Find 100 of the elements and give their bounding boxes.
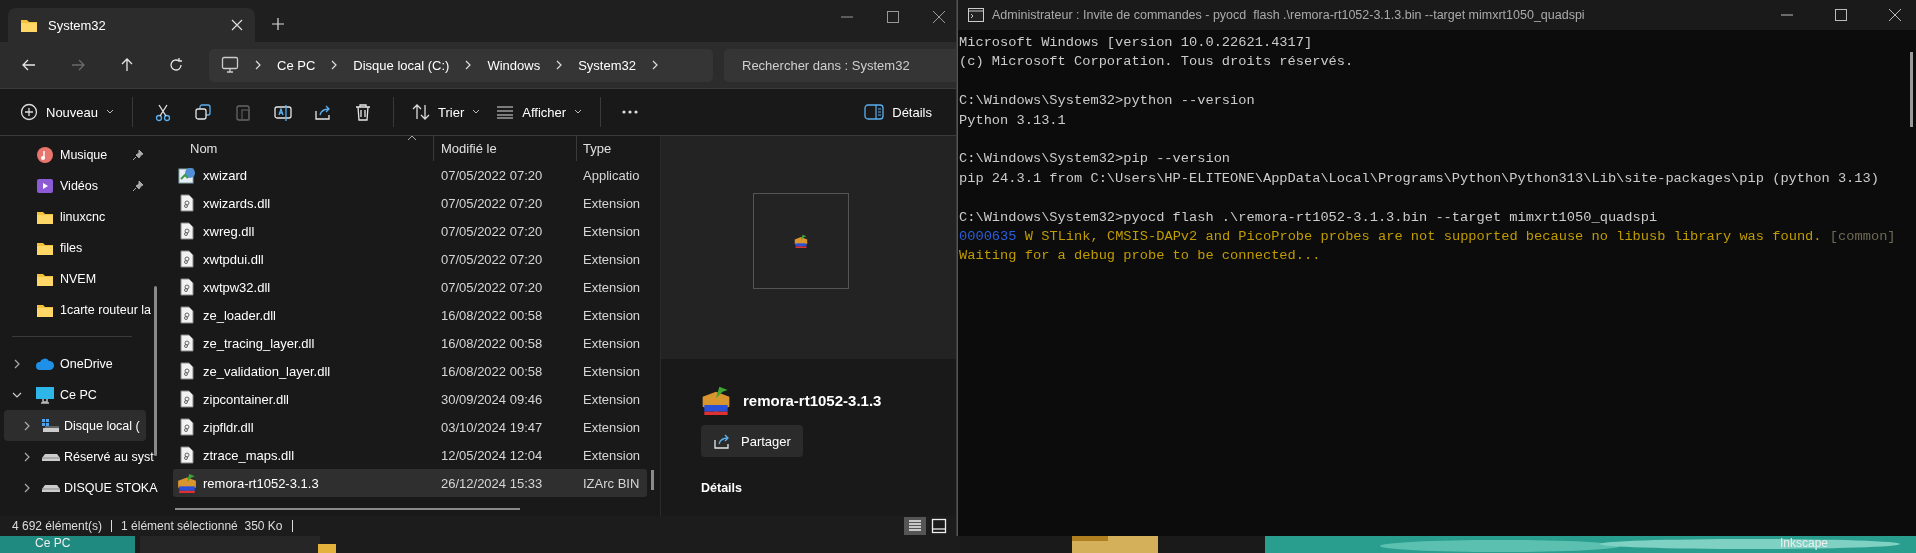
column-header[interactable]: Type <box>577 136 612 161</box>
maximize-icon[interactable] <box>886 10 900 24</box>
breadcrumb-item[interactable]: System32 <box>578 57 636 73</box>
console-text: Python 3.13.1 <box>959 111 1066 130</box>
chevron-right-icon[interactable] <box>22 482 32 493</box>
close-icon[interactable] <box>932 10 946 24</box>
search-field[interactable]: Rechercher dans : System32 <box>724 48 956 82</box>
type-cell-text: Extension <box>582 419 641 435</box>
sidebar-item[interactable]: Réservé au syst <box>0 441 154 472</box>
chevron-right-icon[interactable] <box>22 420 32 431</box>
video-icon <box>36 176 54 195</box>
file-row[interactable]: xwreg.dll 07/05/2022 07:20 Extension <box>173 217 647 245</box>
file-row[interactable]: ze_validation_layer.dll 16/08/2022 00:58 Extension <box>173 357 647 385</box>
file-row[interactable]: xwizards.dll 07/05/2022 07:20 Extension <box>173 189 647 217</box>
console-text: C:\Windows\System32>pyocd flash .\remora-rt1052-3.1.3.bin --target mimxrt1050_quadspi <box>959 208 1658 227</box>
sidebar-item[interactable]: DISQUE STOKA <box>0 472 158 503</box>
tab[interactable]: System32 <box>8 8 255 42</box>
scissors-icon[interactable] <box>154 102 173 122</box>
breadcrumb-item[interactable]: Disque local (C:) <box>353 57 450 73</box>
details-pane-button[interactable]: Détails <box>856 98 940 126</box>
copy-icon[interactable] <box>194 102 213 122</box>
drive-icon <box>41 451 61 462</box>
console-text: (c) Microsoft Corporation. Tous droits réservés. <box>959 53 1354 72</box>
file-name: xwreg.dll <box>203 223 255 239</box>
scrollbar[interactable] <box>1910 52 1913 127</box>
date-cell-text: 07/05/2022 07:20 <box>440 223 544 239</box>
sort-icon <box>412 103 431 121</box>
type-cell-text: Extension <box>582 363 641 379</box>
breadcrumb-bar[interactable]: Ce PC Disque local (C:) Windows System32 <box>209 48 713 82</box>
console-text: W STLink, CMSIS-DAPv2 and PicoProbe probes are not supported because no libusb library was found. <box>1024 227 1822 246</box>
file-name: xwizard <box>203 167 248 183</box>
breadcrumb-item[interactable]: Ce PC <box>277 57 316 73</box>
caret-icon <box>106 109 115 115</box>
new-button[interactable]: Nouveau <box>12 97 123 127</box>
lines-icon <box>496 105 515 119</box>
share-button[interactable]: Partager <box>701 425 803 457</box>
sort-button[interactable]: Trier <box>404 97 489 127</box>
more-icon[interactable] <box>621 109 640 115</box>
date-cell-text: 12/05/2024 12:04 <box>440 447 544 463</box>
console-text: Waiting for a debug probe to be connected... <box>959 247 1321 266</box>
list-view-button[interactable] <box>904 517 926 535</box>
file-name: ztrace_maps.dll <box>203 447 295 463</box>
sidebar-item[interactable]: NVEM <box>0 263 146 294</box>
refresh-icon[interactable] <box>167 56 185 74</box>
file-row[interactable]: ztrace_maps.dll 12/05/2024 12:04 Extension <box>173 441 647 469</box>
box-icon <box>177 473 197 493</box>
close-icon[interactable] <box>1888 8 1902 22</box>
type-cell-text: Extension <box>582 307 641 323</box>
maximize-icon[interactable] <box>1834 8 1848 22</box>
file-icon <box>180 250 194 268</box>
trash-icon[interactable] <box>354 102 373 122</box>
column-header[interactable]: Nom <box>160 136 434 161</box>
type-cell-text: Extension <box>582 195 641 211</box>
file-row[interactable]: ze_tracing_layer.dll 16/08/2022 00:58 Extension <box>173 329 647 357</box>
type-cell-text: Extension <box>582 335 641 351</box>
sidebar-item[interactable]: files <box>0 232 146 263</box>
sidebar-item[interactable]: linuxcnc <box>0 201 146 232</box>
scrollbar[interactable] <box>651 470 654 490</box>
file-row[interactable]: zipfldr.dll 03/10/2024 19:47 Extension <box>173 413 647 441</box>
sidebar-item[interactable]: OneDrive <box>0 348 146 379</box>
sidebar-item[interactable]: Disque local ( <box>4 410 146 441</box>
date-cell-text: 07/05/2022 07:20 <box>440 279 544 295</box>
file-name: ze_tracing_layer.dll <box>203 335 315 351</box>
breadcrumb-item[interactable]: Windows <box>487 57 541 73</box>
rename-icon[interactable] <box>274 102 293 122</box>
drive-icon <box>41 482 61 493</box>
file-row[interactable]: xwtpw32.dll 07/05/2022 07:20 Extension <box>173 273 647 301</box>
plus-icon[interactable] <box>271 17 285 31</box>
file-icon <box>180 362 194 380</box>
chevron-right-icon[interactable] <box>22 451 32 462</box>
file-row[interactable]: remora-rt1052-3.1.3 26/12/2024 15:33 IZArc BIN <box>173 469 647 497</box>
view-button[interactable]: Afficher <box>488 98 591 126</box>
file-name: ze_loader.dll <box>203 307 276 323</box>
scrollbar[interactable] <box>154 286 157 456</box>
type-cell-text: Applicatio <box>582 167 640 183</box>
column-header[interactable]: Modifié le <box>434 136 577 161</box>
caret-icon <box>472 109 481 115</box>
sidebar-item[interactable]: Musique <box>0 139 146 170</box>
file-row[interactable]: ze_loader.dll 16/08/2022 00:58 Extension <box>173 301 647 329</box>
console-text: C:\Windows\System32>python --version <box>959 92 1255 111</box>
terminal-icon <box>968 8 984 22</box>
type-cell-text: Extension <box>582 223 641 239</box>
console-text: Microsoft Windows [version 10.0.22621.4317] <box>959 34 1313 52</box>
file-icon <box>180 390 194 408</box>
console-text: 0000635 <box>959 227 1017 246</box>
console-text: [common] <box>1829 227 1896 246</box>
file-row[interactable]: zipcontainer.dll 30/09/2024 09:46 Extension <box>173 385 647 413</box>
section-heading: Détails <box>701 481 743 495</box>
file-row[interactable]: xwizard 07/05/2022 07:20 Applicatio <box>173 161 647 189</box>
chevron-right-icon <box>254 60 262 70</box>
panel-icon <box>864 104 885 120</box>
status-text: 1 élément sélectionné 350 Ko <box>121 519 283 533</box>
file-row[interactable]: xwtpdui.dll 07/05/2022 07:20 Extension <box>173 245 647 273</box>
sidebar-item[interactable]: 1carte routeur la <box>0 294 152 325</box>
file-icon <box>180 446 194 464</box>
status-text: 4 692 élément(s) <box>12 519 103 533</box>
chevron-right-icon[interactable] <box>12 358 22 369</box>
sidebar-item[interactable]: Vidéos <box>0 170 146 201</box>
sidebar-item[interactable]: Ce PC <box>0 379 146 410</box>
scrollbar[interactable] <box>175 508 520 510</box>
